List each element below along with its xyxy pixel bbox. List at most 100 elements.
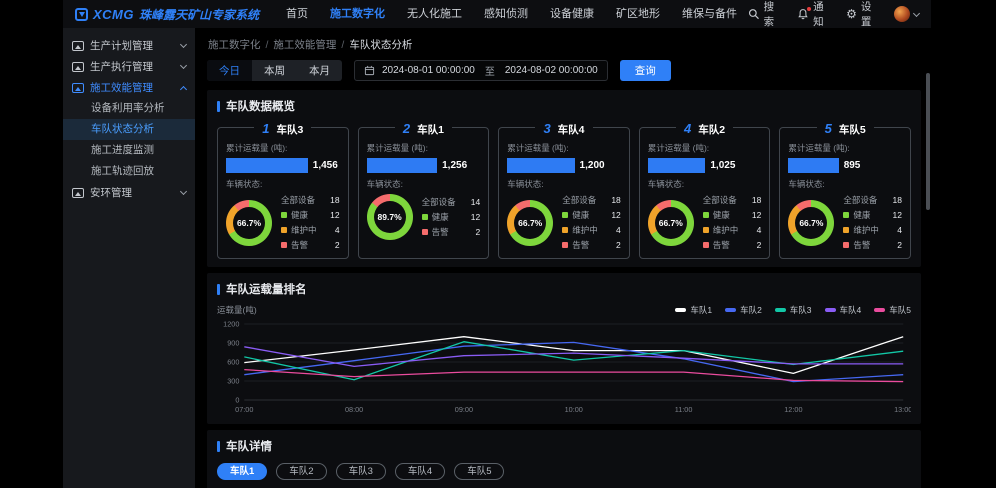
fleet-tabs: 车队1 车队2 车队3 车队4 车队5 — [217, 463, 911, 480]
xcmg-logo-icon — [75, 8, 88, 21]
fleet-name: 车队4 — [558, 124, 585, 136]
gear-icon: ⚙ — [846, 8, 857, 20]
sidebar-subitem[interactable]: 设备利用率分析 — [63, 98, 195, 119]
fleet-tab[interactable]: 车队2 — [276, 463, 326, 480]
topnav-item[interactable]: 设备健康 — [539, 0, 605, 28]
fleet-overview-panel: 车队数据概览 1车队3累计运载量 (吨):1,456车辆状态:66.7%全部设备… — [207, 90, 921, 267]
legend-value: 4 — [757, 225, 762, 235]
load-bar-row: 1,200 — [507, 158, 621, 173]
status-label: 车辆状态: — [788, 178, 902, 190]
load-label: 累计运载量 (吨): — [507, 142, 621, 154]
legend-value: 14 — [471, 197, 480, 207]
search-label: 搜索 — [764, 0, 784, 29]
x-tick-label: 09:00 — [455, 405, 473, 414]
legend-label: 告警 — [853, 239, 870, 251]
fleet-name: 车队2 — [698, 124, 725, 136]
sidebar-item[interactable]: 生产执行管理 — [63, 56, 195, 77]
legend-label: 维护中 — [713, 224, 739, 236]
calendar-icon — [364, 65, 375, 76]
legend-label: 全部设备 — [703, 194, 737, 206]
load-value: 1,456 — [313, 160, 338, 171]
topnav-item[interactable]: 矿区地形 — [605, 0, 671, 28]
y-tick-label: 1200 — [223, 319, 239, 328]
topbar-actions: 搜索 通知 ⚙ 设置 — [748, 0, 919, 29]
breadcrumb-item[interactable]: 施工效能管理 — [273, 39, 336, 51]
breadcrumb-item: 车队状态分析 — [349, 39, 412, 51]
search-button[interactable]: 搜索 — [748, 0, 784, 29]
fleet-tab[interactable]: 车队4 — [395, 463, 445, 480]
quick-filter-button[interactable]: 本月 — [297, 60, 342, 81]
legend-swatch — [725, 308, 736, 312]
chart-legend-item: 车队1 — [675, 304, 712, 316]
fleet-rank: 2 — [403, 121, 410, 136]
sidebar-item[interactable]: 施工效能管理 — [63, 77, 195, 98]
bell-icon — [797, 8, 809, 20]
breadcrumb-item[interactable]: 施工数字化 — [208, 39, 261, 51]
legend-value: 2 — [335, 240, 340, 250]
title-accent-bar — [217, 284, 220, 295]
legend-swatch — [825, 308, 836, 312]
settings-button[interactable]: ⚙ 设置 — [846, 0, 881, 29]
panel-title-ranking: 车队运载量排名 — [217, 281, 911, 297]
fleet-card-title: 1车队3 — [218, 120, 348, 138]
load-value: 895 — [844, 160, 861, 171]
status-legend: 全部设备14健康12告警2 — [422, 196, 481, 238]
notify-label: 通知 — [813, 0, 833, 29]
fleet-cards: 1车队3累计运载量 (吨):1,456车辆状态:66.7%全部设备18健康12维… — [217, 127, 911, 259]
fleet-tab[interactable]: 车队1 — [217, 463, 267, 480]
line-series-车队4 — [244, 347, 903, 367]
sidebar-subitem[interactable]: 施工轨迹回放 — [63, 161, 195, 182]
legend-dot — [843, 242, 849, 248]
donut-percentage: 66.7% — [518, 218, 542, 228]
fleet-card-title: 5车队5 — [780, 120, 910, 138]
status-donut-chart: 66.7% — [788, 200, 834, 246]
legend-row: 告警2 — [422, 226, 481, 238]
y-tick-label: 900 — [227, 338, 239, 347]
quick-filter-button[interactable]: 本周 — [252, 60, 297, 81]
fleet-card: 4车队2累计运载量 (吨):1,025车辆状态:66.7%全部设备18健康12维… — [639, 127, 771, 259]
load-value: 1,256 — [442, 160, 467, 171]
vertical-scrollbar[interactable] — [926, 73, 930, 210]
topnav-item[interactable]: 维保与备件 — [671, 0, 748, 28]
notifications-button[interactable]: 通知 — [797, 0, 833, 29]
legend-dot — [843, 212, 849, 218]
legend-value: 12 — [330, 210, 339, 220]
load-bar-row: 1,456 — [226, 158, 340, 173]
sidebar-item[interactable]: 安环管理 — [63, 182, 195, 203]
legend-label: 告警 — [572, 239, 589, 251]
legend-value: 4 — [335, 225, 340, 235]
legend-swatch — [675, 308, 686, 312]
sidebar-subitem[interactable]: 施工进度监测 — [63, 140, 195, 161]
legend-label: 全部设备 — [843, 194, 877, 206]
chart-legend-item: 车队3 — [775, 304, 812, 316]
user-menu[interactable] — [894, 6, 919, 22]
legend-dot — [281, 212, 287, 218]
legend-value: 12 — [752, 210, 761, 220]
fleet-tab[interactable]: 车队5 — [454, 463, 504, 480]
load-label: 累计运载量 (吨): — [367, 142, 481, 154]
donut-center: 66.7% — [233, 207, 265, 239]
topnav-item[interactable]: 无人化施工 — [396, 0, 473, 28]
legend-value: 2 — [475, 227, 480, 237]
sidebar-item-label: 生产执行管理 — [90, 59, 153, 74]
legend-value: 2 — [897, 240, 902, 250]
legend-value: 18 — [893, 195, 902, 205]
load-label: 累计运载量 (吨): — [648, 142, 762, 154]
filter-bar: 今日本周本月 2024-08-01 00:00:00 至 2024-08-02 … — [207, 60, 921, 81]
topnav-item[interactable]: 首页 — [275, 0, 319, 28]
sidebar-item[interactable]: 生产计划管理 — [63, 35, 195, 56]
date-separator: 至 — [485, 63, 495, 78]
quick-filter-button[interactable]: 今日 — [207, 60, 252, 81]
status-row: 89.7%全部设备14健康12告警2 — [367, 194, 481, 240]
status-donut-chart: 89.7% — [367, 194, 413, 240]
legend-row: 维护中4 — [281, 224, 340, 236]
legend-dot — [703, 227, 709, 233]
topnav-item[interactable]: 感知侦测 — [473, 0, 539, 28]
topnav-item[interactable]: 施工数字化 — [319, 0, 396, 28]
legend-row: 告警 2 — [843, 239, 902, 251]
fleet-rank: 3 — [543, 121, 550, 136]
date-range-input[interactable]: 2024-08-01 00:00:00 至 2024-08-02 00:00:0… — [354, 60, 608, 81]
query-button[interactable]: 查询 — [620, 60, 671, 81]
fleet-tab[interactable]: 车队3 — [336, 463, 386, 480]
sidebar-subitem[interactable]: 车队状态分析 — [63, 119, 195, 140]
